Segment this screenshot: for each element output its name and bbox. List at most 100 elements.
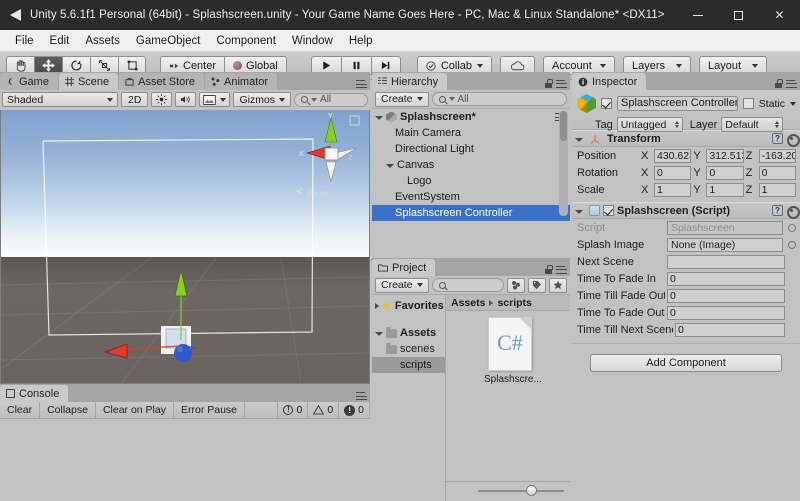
project-tree-assets[interactable]: Assets	[372, 325, 445, 341]
object-name-input[interactable]: Splashscreen Controller	[617, 96, 738, 111]
chevron-expanded-icon[interactable]	[375, 332, 383, 336]
object-picker-icon[interactable]	[788, 240, 796, 249]
console-log-list[interactable]	[0, 419, 370, 501]
minimize-button[interactable]	[677, 0, 718, 30]
panel-menu-icon[interactable]	[356, 80, 367, 88]
script-enabled-checkbox[interactable]	[603, 205, 614, 216]
chevron-expanded-icon[interactable]	[575, 209, 583, 214]
hierarchy-item-canvas[interactable]: Canvas	[372, 157, 570, 173]
chevron-expanded-icon[interactable]	[386, 164, 394, 168]
scene-audio-button[interactable]	[175, 92, 197, 107]
slider-knob[interactable]	[526, 485, 537, 496]
console-warning-count[interactable]: 0	[308, 402, 340, 418]
tab-console[interactable]: Console	[0, 385, 69, 402]
tab-animator[interactable]: Animator	[205, 73, 278, 90]
project-contents[interactable]: Assets scripts C# Splashscre...	[446, 295, 570, 501]
add-component-button[interactable]: Add Component	[590, 354, 782, 372]
toggle-2d-button[interactable]: 2D	[121, 92, 149, 107]
lock-icon[interactable]	[775, 79, 783, 88]
object-picker-icon[interactable]	[788, 223, 796, 232]
menu-help[interactable]: Help	[341, 31, 381, 51]
scene-viewport[interactable]: X Y Z Persp	[0, 110, 370, 384]
project-tree-scenes[interactable]: scenes	[372, 341, 445, 357]
filter-by-type-button[interactable]	[507, 277, 525, 293]
console-clear-button[interactable]: Clear	[0, 402, 41, 418]
tab-asset-store[interactable]: Asset Store	[119, 73, 205, 90]
menu-file[interactable]: File	[7, 31, 42, 51]
time-to-fade-in-input[interactable]: 0	[667, 271, 785, 286]
breadcrumb-assets[interactable]: Assets	[451, 297, 485, 309]
panel-menu-icon[interactable]	[356, 392, 367, 400]
scale-x-input[interactable]: 1	[654, 182, 692, 197]
script-component-header[interactable]: Splashscreen (Script) ?	[572, 202, 800, 219]
console-error-pause-button[interactable]: Error Pause	[173, 402, 246, 418]
close-button[interactable]: ✕	[759, 0, 800, 30]
favorite-button[interactable]	[549, 277, 567, 293]
tab-game[interactable]: Game	[0, 73, 58, 90]
tag-dropdown[interactable]: Untagged	[616, 117, 683, 132]
scale-z-input[interactable]: 1	[758, 182, 796, 197]
next-scene-input[interactable]	[667, 254, 785, 269]
gear-icon[interactable]	[786, 205, 800, 219]
rotation-z-input[interactable]: 0	[758, 165, 796, 180]
script-reference-field[interactable]: Splashscreen	[667, 220, 783, 235]
tab-inspector[interactable]: Inspector	[572, 73, 647, 90]
static-checkbox[interactable]	[742, 98, 754, 109]
console-info-count[interactable]: ! 0	[278, 402, 309, 418]
time-till-fade-out-input[interactable]: 0	[667, 288, 785, 303]
rotation-y-input[interactable]: 0	[706, 165, 744, 180]
help-icon[interactable]: ?	[772, 205, 783, 216]
hierarchy-scrollbar[interactable]	[559, 111, 568, 216]
menu-edit[interactable]: Edit	[42, 31, 78, 51]
hierarchy-item-directional-light[interactable]: Directional Light	[372, 141, 570, 157]
position-y-input[interactable]: 312.513	[706, 148, 744, 163]
object-active-checkbox[interactable]	[601, 98, 612, 109]
position-z-input[interactable]: -163.20	[758, 148, 796, 163]
draw-mode-dropdown[interactable]: Shaded	[2, 92, 118, 107]
asset-item-splashscreen[interactable]: C# Splashscre...	[484, 317, 542, 385]
console-clear-on-play-button[interactable]: Clear on Play	[95, 402, 174, 418]
layer-dropdown[interactable]: Default	[721, 117, 784, 132]
breadcrumb-scripts[interactable]: scripts	[497, 297, 531, 309]
rotation-x-input[interactable]: 0	[654, 165, 692, 180]
project-favorites-row[interactable]: ★ Favorites	[372, 298, 445, 314]
tab-scene[interactable]: Scene	[58, 73, 119, 90]
scene-panel-menu[interactable]	[356, 80, 367, 88]
filter-by-label-button[interactable]	[528, 277, 546, 293]
scale-y-input[interactable]: 1	[706, 182, 744, 197]
time-till-next-scene-input[interactable]: 0	[675, 322, 785, 337]
lock-icon[interactable]	[545, 79, 553, 88]
hierarchy-item-main-camera[interactable]: Main Camera	[372, 125, 570, 141]
project-create-button[interactable]: Create	[375, 277, 429, 293]
splash-image-field[interactable]: None (Image)	[667, 237, 783, 252]
transform-component-header[interactable]: Transform ?	[572, 130, 800, 147]
project-tree-scripts[interactable]: scripts	[372, 357, 445, 373]
console-collapse-button[interactable]: Collapse	[40, 402, 96, 418]
maximize-button[interactable]	[718, 0, 759, 30]
hierarchy-item-eventsystem[interactable]: EventSystem	[372, 189, 570, 205]
time-to-fade-out-input[interactable]: 0	[667, 305, 785, 320]
menu-window[interactable]: Window	[284, 31, 341, 51]
scene-search-input[interactable]: All	[294, 92, 368, 107]
gizmos-dropdown[interactable]: Gizmos	[233, 92, 292, 107]
chevron-down-icon[interactable]	[790, 101, 796, 106]
hierarchy-item-logo[interactable]: Logo	[372, 173, 570, 189]
hierarchy-create-button[interactable]: Create	[375, 91, 429, 107]
help-icon[interactable]: ?	[772, 133, 783, 144]
panel-menu-icon[interactable]	[556, 79, 567, 88]
menu-component[interactable]: Component	[208, 31, 283, 51]
hierarchy-item-splashscreen[interactable]: Splashscreen*	[372, 109, 570, 125]
panel-menu-icon[interactable]	[786, 79, 797, 88]
project-zoom-slider[interactable]	[478, 485, 564, 497]
console-error-count[interactable]: ! 0	[339, 402, 370, 418]
project-tree[interactable]: ★ Favorites Assets scenes scripts	[372, 295, 446, 501]
gear-icon[interactable]	[786, 133, 800, 147]
hierarchy-tree[interactable]: Splashscreen* Main Camera Directional Li…	[372, 109, 570, 258]
hierarchy-item-splashscreen-controller[interactable]: Splashscreen Controller	[372, 205, 570, 221]
menu-gameobject[interactable]: GameObject	[128, 31, 209, 51]
menu-assets[interactable]: Assets	[77, 31, 128, 51]
lock-icon[interactable]	[545, 265, 553, 274]
position-x-input[interactable]: 430.623	[654, 148, 692, 163]
project-search-input[interactable]	[431, 278, 504, 292]
chevron-expanded-icon[interactable]	[375, 116, 383, 120]
